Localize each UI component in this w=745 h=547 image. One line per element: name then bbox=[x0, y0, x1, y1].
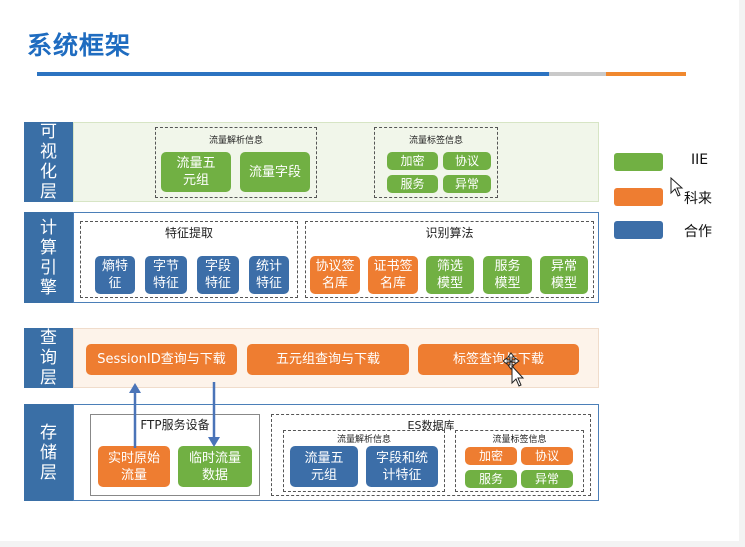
vis-flow-parse-title: 流量解析信息 bbox=[208, 136, 263, 146]
storage-query-arrows bbox=[129, 382, 220, 448]
feature-byte: 字节特征 bbox=[145, 256, 187, 294]
feature-field: 字段特征 bbox=[197, 256, 239, 294]
title-underline-orange bbox=[606, 72, 686, 76]
query-five-tuple: 五元组查询与下载 bbox=[247, 344, 409, 375]
arrow-up-to-session-query bbox=[129, 383, 141, 448]
legend-swatch-cooperation bbox=[614, 221, 663, 239]
es-tag-encrypt: 加密 bbox=[465, 447, 517, 465]
query-tag: 标签查询与下载 bbox=[418, 344, 579, 375]
legend-swatch-iie bbox=[614, 153, 663, 171]
layer-label-storage: 存储层 bbox=[24, 404, 73, 501]
algo-anomaly-model: 异常模型 bbox=[540, 256, 588, 294]
layer-label-compute: 计算引擎 bbox=[24, 212, 73, 303]
layer-label-query: 查询层 bbox=[24, 328, 73, 388]
es-tag-protocol: 协议 bbox=[521, 447, 573, 465]
algo-protocol-signature: 协议签名库 bbox=[310, 256, 360, 294]
title-underline-blue bbox=[37, 72, 549, 76]
page-title: 系统框架 bbox=[27, 31, 132, 60]
visualization-row bbox=[73, 122, 599, 202]
mouse-pointer-icon bbox=[670, 177, 684, 197]
legend-label-kelai: 科来 bbox=[684, 191, 712, 207]
es-tag-service: 服务 bbox=[465, 470, 517, 488]
vis-tag-protocol: 协议 bbox=[443, 152, 491, 170]
es-flow-five-tuple: 流量五元组 bbox=[290, 446, 358, 487]
legend-label-cooperation: 合作 bbox=[684, 224, 712, 240]
ftp-temp-flow-data: 临时流量数据 bbox=[178, 446, 252, 487]
es-flow-tag-title: 流量标签信息 bbox=[492, 435, 547, 445]
move-cursor-icon bbox=[503, 352, 525, 387]
arrow-down-to-temp-data bbox=[208, 382, 220, 447]
es-tag-anomaly: 异常 bbox=[521, 470, 573, 488]
query-session-id: SessionID查询与下载 bbox=[86, 344, 237, 375]
feature-extraction-title: 特征提取 bbox=[164, 226, 213, 240]
feature-stats: 统计特征 bbox=[249, 256, 289, 294]
es-fields-stats: 字段和统计特征 bbox=[366, 446, 438, 487]
vis-tag-service: 服务 bbox=[387, 175, 438, 193]
vis-tag-anomaly: 异常 bbox=[443, 175, 491, 193]
title-underline-gray bbox=[549, 72, 606, 76]
legend-label-iie: IIE bbox=[691, 152, 709, 168]
legend-swatch-kelai bbox=[614, 188, 663, 206]
vis-flow-fields: 流量字段 bbox=[240, 152, 310, 192]
vis-tag-encrypt: 加密 bbox=[387, 152, 438, 170]
ftp-realtime-raw-flow: 实时原始流量 bbox=[98, 446, 170, 487]
layer-label-visualization: 可视化层 bbox=[24, 122, 73, 202]
algo-cert-signature: 证书签名库 bbox=[368, 256, 418, 294]
es-flow-parse-title: 流量解析信息 bbox=[336, 435, 391, 445]
vis-flow-five-tuple: 流量五元组 bbox=[161, 152, 231, 192]
slide: 系统框架 可视化层 流量解析信息 流量五元组 流量字段 流量标签信息 加密 协议… bbox=[0, 0, 739, 541]
algo-filter-model: 筛选模型 bbox=[426, 256, 474, 294]
vis-flow-tag-title: 流量标签信息 bbox=[408, 136, 463, 146]
recognition-algorithm-title: 识别算法 bbox=[425, 226, 474, 240]
algo-service-model: 服务模型 bbox=[483, 256, 532, 294]
feature-entropy: 熵特征 bbox=[95, 256, 135, 294]
